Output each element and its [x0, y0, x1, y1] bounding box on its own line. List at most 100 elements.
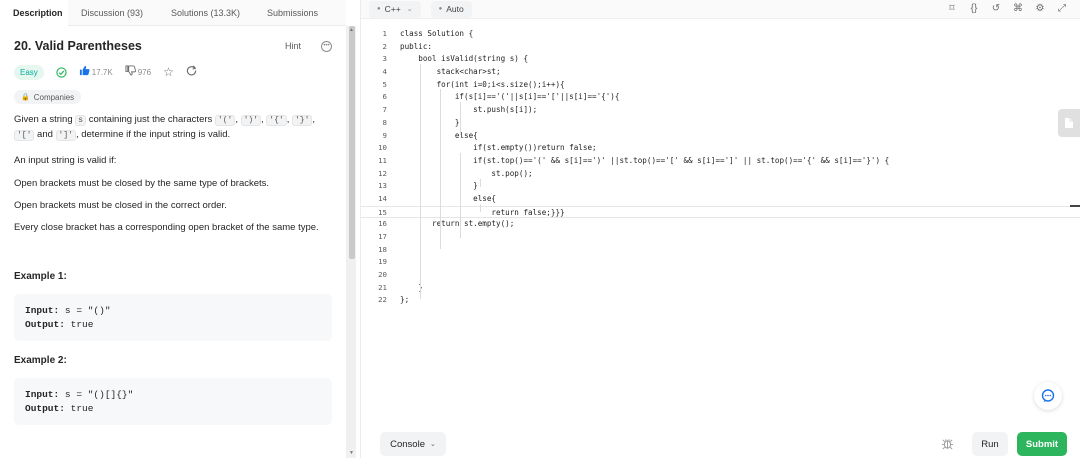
- code-text[interactable]: }: [400, 180, 478, 193]
- thumbs-up-icon[interactable]: [79, 65, 90, 79]
- code-line[interactable]: 3 bool isValid(string s) {: [361, 53, 1080, 66]
- tab-description[interactable]: Description: [0, 0, 68, 26]
- code-text[interactable]: for(int i=0;i<s.size();i++){: [400, 79, 565, 92]
- code-line[interactable]: 12 st.pop();: [361, 168, 1080, 181]
- expand-icon[interactable]: ⤢: [1056, 3, 1068, 14]
- code-text[interactable]: };: [400, 294, 409, 307]
- code-line[interactable]: 22};: [361, 294, 1080, 307]
- line-number: 14: [378, 193, 387, 203]
- desc-text: containing just the characters: [86, 114, 215, 125]
- code-line[interactable]: 1 class Solution {: [361, 28, 1080, 41]
- code-text[interactable]: else{: [400, 130, 478, 143]
- mode-select[interactable]: ● Auto: [430, 0, 472, 18]
- code-text[interactable]: }: [400, 117, 460, 130]
- example-title: Example 2:: [14, 355, 67, 366]
- code-line[interactable]: 15 return false;}}}: [361, 205, 1080, 219]
- code-line[interactable]: 10 if(st.empty())return false;: [361, 142, 1080, 155]
- tab-discussion[interactable]: Discussion (93): [68, 0, 158, 26]
- line-number: 17: [378, 232, 387, 241]
- code-text[interactable]: if(st.empty())return false;: [400, 142, 596, 155]
- scroll-up-arrow-icon[interactable]: ▲: [349, 27, 354, 33]
- code-editor[interactable]: 1 class Solution {2 public: 3 bool isValid(…: [361, 19, 1080, 419]
- left-scrollbar-thumb[interactable]: [349, 26, 355, 259]
- scroll-down-arrow-icon[interactable]: ▼: [349, 450, 354, 456]
- line-number: 8: [382, 117, 387, 127]
- code-line[interactable]: 20: [361, 269, 1080, 282]
- example-title: Example 1:: [14, 271, 67, 282]
- code-line[interactable]: 11 if(st.top()=='(' && s[i]==')' ||st.to…: [361, 155, 1080, 168]
- problem-description: Given a string s containing just the cha…: [14, 113, 332, 143]
- desc-text: Given a string: [14, 114, 76, 125]
- chevron-down-icon: ⌄: [429, 441, 436, 448]
- problem-title[interactable]: 20. Valid Parentheses: [14, 39, 285, 53]
- line-number: 22: [378, 295, 387, 305]
- code-line[interactable]: 7 st.push(s[i]);: [361, 104, 1080, 117]
- indent-guide: [420, 64, 421, 299]
- tab-solutions[interactable]: Solutions (13.3K): [158, 0, 254, 26]
- shortcut-icon[interactable]: ⌘: [1012, 3, 1024, 14]
- code-text[interactable]: else{: [400, 193, 496, 206]
- rules-list: Open brackets must be closed by the same…: [14, 178, 332, 233]
- difficulty-badge: Easy: [14, 64, 44, 80]
- code-text[interactable]: return st.empty();: [400, 218, 514, 231]
- code-line[interactable]: 17: [361, 231, 1080, 244]
- code-line[interactable]: 8 }: [361, 117, 1080, 130]
- rule-item: Open brackets must be closed in the corr…: [14, 200, 227, 211]
- tab-submissions[interactable]: Submissions: [254, 0, 331, 26]
- code-text[interactable]: public:: [400, 41, 432, 54]
- language-label: C++: [384, 4, 401, 14]
- more-icon[interactable]: •••: [321, 40, 332, 52]
- problem-tabs: Description Discussion (93) Solutions (1…: [0, 0, 346, 26]
- dislikes-count: 976: [137, 67, 152, 77]
- inline-code: '}': [291, 115, 313, 126]
- star-icon[interactable]: ☆: [163, 65, 174, 79]
- lock-icon: 🔒: [21, 94, 30, 101]
- chat-icon[interactable]: [1034, 382, 1062, 410]
- debug-bug-icon[interactable]: [941, 437, 954, 453]
- problem-content: 20. Valid Parentheses Hint ••• Easy 17.7…: [0, 39, 346, 425]
- code-line[interactable]: 9 else{: [361, 130, 1080, 143]
- code-line[interactable]: 18: [361, 244, 1080, 257]
- code-line[interactable]: 13 }: [361, 180, 1080, 193]
- example-box: Input: s = "()" Output: true: [14, 294, 332, 341]
- braces-icon[interactable]: {}: [968, 3, 980, 14]
- code-line[interactable]: 4 stack<char>st;: [361, 66, 1080, 79]
- companies-chip[interactable]: 🔒 Companies: [14, 90, 82, 104]
- bookmark-icon[interactable]: ⌑: [946, 3, 958, 14]
- language-select[interactable]: ● C++ ⌄: [369, 0, 421, 18]
- reset-icon[interactable]: ↺: [990, 3, 1002, 14]
- line-number: 1: [382, 29, 387, 38]
- output-label: Output:: [25, 402, 65, 414]
- app-root: Description Discussion (93) Solutions (1…: [0, 0, 1080, 458]
- input-label: Input:: [25, 305, 60, 316]
- input-value: s = "()[]{}": [59, 389, 134, 400]
- console-button[interactable]: Console ⌄: [380, 432, 446, 456]
- code-line[interactable]: 2 public:: [361, 41, 1080, 54]
- code-text[interactable]: if(st.top()=='(' && s[i]==')' ||st.top()…: [400, 155, 889, 168]
- code-text[interactable]: if(s[i]=='('||s[i]=='['||s[i]=='{'){: [400, 91, 620, 104]
- rule-item: Open brackets must be closed by the same…: [14, 178, 270, 189]
- thumbs-down-icon[interactable]: [125, 65, 136, 79]
- code-line[interactable]: 16 return st.empty();: [361, 218, 1080, 231]
- code-line[interactable]: 21 }: [361, 282, 1080, 295]
- submit-button[interactable]: Submit: [1017, 432, 1067, 456]
- inline-code: ')': [240, 115, 262, 126]
- hint-button[interactable]: Hint: [285, 41, 301, 51]
- code-line[interactable]: 6 if(s[i]=='('||s[i]=='['||s[i]=='{'){: [361, 91, 1080, 104]
- gear-icon[interactable]: ⚙: [1034, 3, 1046, 14]
- code-text[interactable]: stack<char>st;: [400, 66, 501, 79]
- rule-item: Every close bracket has a corresponding …: [14, 222, 319, 233]
- file-icon[interactable]: [1058, 109, 1080, 137]
- mode-label: Auto: [446, 4, 464, 14]
- inline-code: '(': [214, 115, 236, 126]
- inline-code: '{': [266, 115, 287, 126]
- code-line[interactable]: 19: [361, 256, 1080, 269]
- code-text[interactable]: class Solution {: [400, 28, 473, 41]
- code-line[interactable]: 5 for(int i=0;i<s.size();i++){: [361, 79, 1080, 92]
- share-icon[interactable]: [186, 65, 197, 79]
- code-lines[interactable]: 1 class Solution {2 public: 3 bool isValid(…: [361, 28, 1080, 307]
- code-line[interactable]: 14 else{: [361, 193, 1080, 206]
- line-number: 16: [378, 219, 387, 229]
- run-button[interactable]: Run: [972, 432, 1008, 456]
- editor-footer: Console ⌄ Run Submit: [361, 428, 1080, 458]
